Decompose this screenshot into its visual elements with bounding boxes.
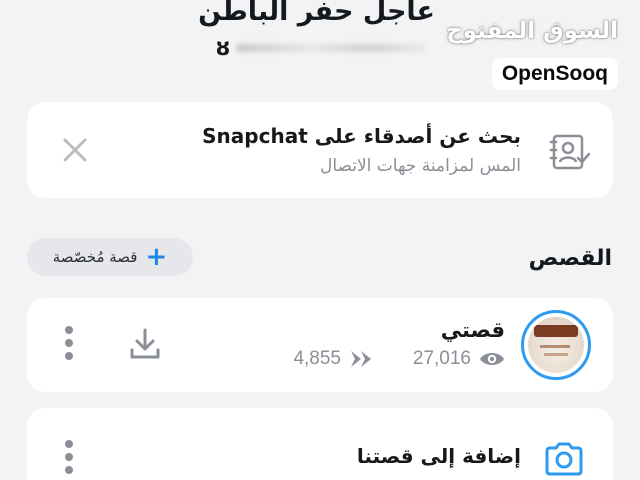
story-screenshots: 4,855	[293, 348, 373, 370]
thumb-line	[540, 345, 570, 348]
find-friends-card[interactable]: بحث عن أصدقاء على Snapchat المس لمزامنة …	[27, 102, 613, 198]
views-count: 27,016	[412, 348, 471, 369]
add-to-our-story-card[interactable]: إضافة إلى قصتنا	[27, 408, 613, 480]
find-friends-title: بحث عن أصدقاء على Snapchat	[202, 124, 521, 148]
redacted-username	[235, 44, 426, 52]
watermark-brand: OpenSooq	[491, 58, 618, 90]
stories-section-title: القصص	[528, 246, 612, 271]
download-icon[interactable]	[127, 326, 163, 362]
thumb-line	[544, 353, 568, 356]
find-friends-subtitle: المس لمزامنة جهات الاتصال	[319, 156, 521, 176]
screenshot-arrows-icon	[351, 351, 371, 367]
profile-username-blurred: ȣ	[216, 36, 440, 60]
more-options-icon[interactable]	[63, 440, 75, 480]
custom-story-label: قصة مُخصّصة	[52, 248, 138, 266]
story-views: 27,016	[413, 348, 505, 370]
zodiac-glyph: ȣ	[216, 36, 230, 60]
story-thumbnail-image	[528, 317, 584, 373]
screenshots-count: 4,855	[293, 348, 341, 369]
plus-icon: +	[145, 242, 168, 272]
profile-title: عاجل حفر الباطن	[198, 0, 435, 27]
my-story-card[interactable]: قصتي 27,016 4,855	[27, 298, 613, 392]
custom-story-button[interactable]: + قصة مُخصّصة	[27, 238, 193, 276]
my-story-name: قصتي	[440, 318, 505, 342]
watermark-arabic: السوق المفتوح	[446, 18, 618, 44]
camera-icon	[545, 442, 583, 476]
contacts-sync-icon	[549, 134, 591, 170]
more-options-icon[interactable]	[63, 326, 75, 366]
close-icon[interactable]	[61, 136, 89, 164]
thumb-band	[534, 325, 578, 337]
add-to-our-story-label: إضافة إلى قصتنا	[356, 444, 521, 468]
story-thumbnail[interactable]	[521, 310, 591, 380]
eye-icon	[480, 353, 504, 365]
